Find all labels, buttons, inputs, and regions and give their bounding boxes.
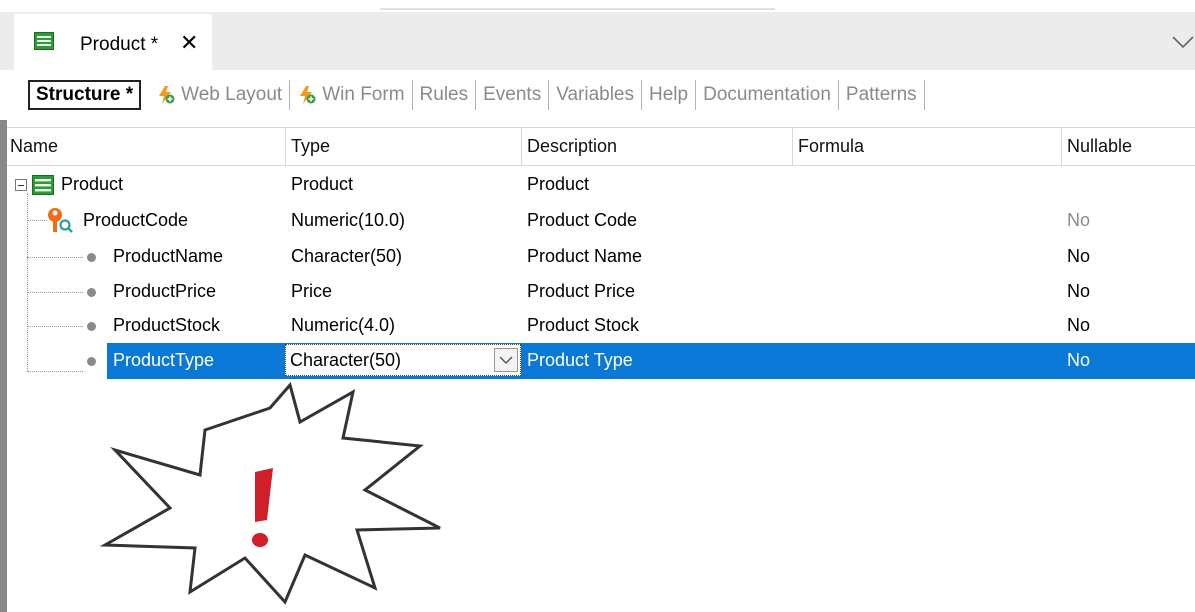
- column-header-type[interactable]: Type: [291, 136, 330, 157]
- warning-burst-icon: [99, 381, 441, 605]
- cell-description: Product Stock: [527, 315, 640, 335]
- attribute-icon: [87, 322, 96, 331]
- document-tab-product[interactable]: Product * ✕: [14, 14, 212, 70]
- collapse-icon[interactable]: [15, 179, 27, 191]
- cell-nullable: No: [1067, 210, 1091, 230]
- table-row[interactable]: ProductName Character(50) Product Name N…: [7, 239, 1195, 275]
- top-band: [0, 0, 1195, 12]
- table-row[interactable]: ProductPrice Price Product Price No: [7, 274, 1195, 310]
- tab-documentation[interactable]: Documentation: [696, 80, 839, 110]
- cell-description: Product Price: [527, 281, 636, 301]
- column-header-name[interactable]: Name: [10, 136, 58, 157]
- column-divider[interactable]: [1061, 128, 1062, 165]
- attribute-icon: [87, 357, 96, 366]
- lightning-add-icon: [300, 86, 316, 104]
- document-tab-strip: Product * ✕: [0, 12, 1195, 70]
- tab-events[interactable]: Events: [476, 80, 550, 110]
- column-header-nullable[interactable]: Nullable: [1067, 136, 1132, 157]
- cell-name: ProductStock: [113, 315, 221, 335]
- tab-win-form-label: Win Form: [322, 84, 405, 105]
- selection-highlight: [107, 343, 1195, 379]
- table-row-selected[interactable]: ProductType Character(50) Product Type N…: [7, 343, 1195, 379]
- cell-name: ProductType: [113, 350, 215, 370]
- attribute-icon: [87, 288, 96, 297]
- tab-help-label: Help: [649, 84, 689, 105]
- cell-description: Product: [527, 174, 590, 194]
- chevron-down-icon: [499, 356, 513, 364]
- cell-type: Numeric(4.0): [291, 315, 396, 335]
- object-subtabs-bar: Structure * Web Layout Win Form Rules Ev…: [0, 70, 1195, 120]
- cell-name: Product: [61, 174, 124, 194]
- lightning-add-icon: [159, 86, 175, 104]
- tab-help[interactable]: Help: [642, 80, 697, 110]
- tab-structure[interactable]: Structure *: [28, 80, 142, 110]
- cell-nullable: No: [1067, 350, 1091, 370]
- top-divider: [380, 8, 775, 10]
- column-divider[interactable]: [521, 128, 522, 165]
- type-combobox-value: Character(50): [290, 350, 402, 370]
- cell-description: Product Code: [527, 210, 638, 230]
- cell-nullable: No: [1067, 281, 1091, 301]
- cell-name: ProductCode: [83, 210, 189, 230]
- tab-patterns-label: Patterns: [845, 84, 917, 105]
- transaction-icon: [32, 175, 54, 195]
- grid-header: Name Type Description Formula Nullable: [7, 127, 1195, 166]
- tab-events-label: Events: [483, 84, 542, 105]
- cell-type: Price: [291, 281, 333, 301]
- tab-web-layout-label: Web Layout: [181, 84, 283, 105]
- column-divider[interactable]: [285, 128, 286, 165]
- chevron-down-icon[interactable]: [1171, 32, 1195, 52]
- cell-nullable: No: [1067, 315, 1091, 335]
- transaction-icon: [34, 32, 54, 50]
- left-edge: [0, 70, 7, 612]
- column-header-description[interactable]: Description: [527, 136, 617, 157]
- object-subtabs: Structure * Web Layout Win Form Rules Ev…: [28, 78, 925, 112]
- tab-structure-label: Structure *: [36, 84, 134, 105]
- cell-type: Product: [291, 174, 354, 194]
- column-divider[interactable]: [792, 128, 793, 165]
- document-tab-label: Product *: [80, 34, 159, 55]
- cell-description: Product Type: [527, 350, 633, 370]
- table-row-root[interactable]: Product Product Product: [7, 167, 1195, 203]
- tab-web-layout[interactable]: Web Layout: [149, 80, 291, 110]
- type-combobox[interactable]: Character(50): [285, 344, 521, 376]
- tab-variables[interactable]: Variables: [549, 80, 643, 110]
- cell-nullable: No: [1067, 246, 1091, 266]
- tab-rules-label: Rules: [419, 84, 469, 105]
- tab-rules[interactable]: Rules: [413, 80, 477, 110]
- key-icon: [48, 208, 73, 233]
- cell-description: Product Name: [527, 246, 643, 266]
- tab-documentation-label: Documentation: [703, 84, 831, 105]
- table-row[interactable]: ProductCode Numeric(10.0) Product Code N…: [7, 203, 1195, 239]
- attribute-icon: [87, 253, 96, 262]
- cell-name: ProductName: [113, 246, 224, 266]
- tab-patterns[interactable]: Patterns: [839, 80, 925, 110]
- cell-name: ProductPrice: [113, 281, 217, 301]
- tab-variables-label: Variables: [556, 84, 635, 105]
- tab-win-form[interactable]: Win Form: [290, 80, 413, 110]
- column-header-formula[interactable]: Formula: [798, 136, 864, 157]
- close-icon[interactable]: ✕: [180, 31, 198, 55]
- table-row[interactable]: ProductStock Numeric(4.0) Product Stock …: [7, 308, 1195, 344]
- cell-type: Character(50): [291, 246, 403, 266]
- cell-type: Numeric(10.0): [291, 210, 406, 230]
- dropdown-button[interactable]: [494, 348, 518, 372]
